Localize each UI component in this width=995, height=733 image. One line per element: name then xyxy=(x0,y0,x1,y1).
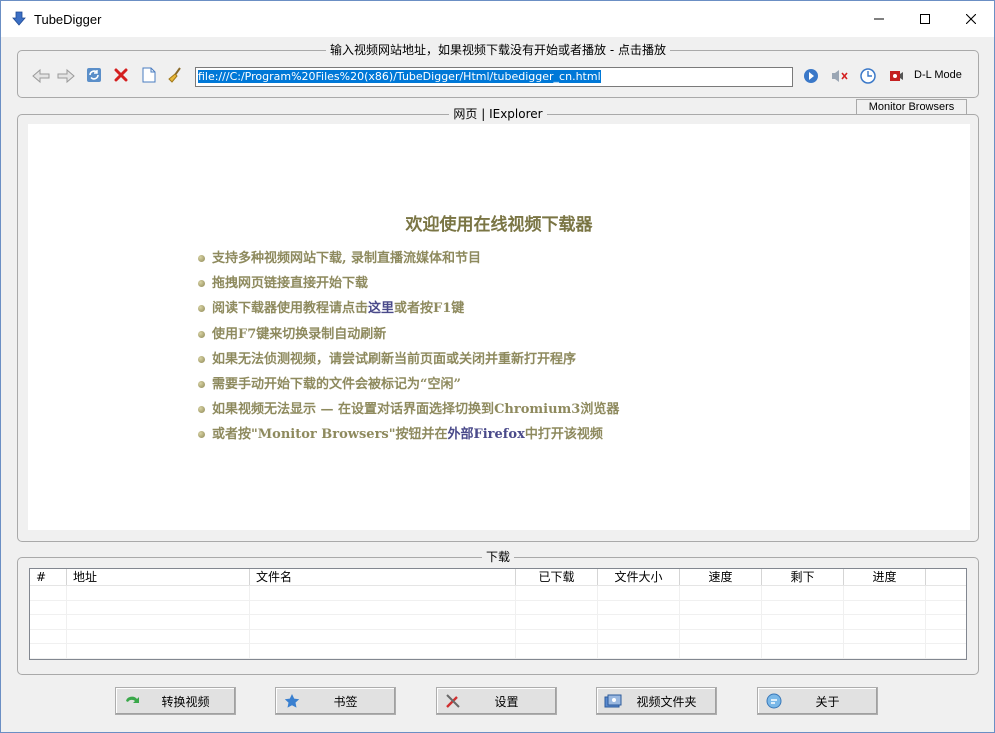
address-group: 输入视频网站地址，如果视频下载没有开始或者播放 - 点击播放 file:///C… xyxy=(17,43,979,98)
column-header-downloaded[interactable]: 已下载 xyxy=(516,569,598,585)
column-header-progress[interactable]: 进度 xyxy=(844,569,926,585)
settings-button[interactable]: 设置 xyxy=(436,687,557,715)
video-folder-button[interactable]: 视频文件夹 xyxy=(596,687,717,715)
column-header-filler xyxy=(926,569,966,585)
browser-group: 网页 | IExplorer 欢迎使用在线视频下载器 支持多种视频网站下载, 录… xyxy=(17,107,979,542)
info-bubble-icon xyxy=(764,691,784,711)
folder-icon xyxy=(603,691,623,711)
stop-icon[interactable] xyxy=(111,65,131,85)
dl-mode-label[interactable]: D-L Mode xyxy=(914,69,962,81)
url-input[interactable]: file:///C:/Program%20Files%20(x86)/TubeD… xyxy=(195,67,793,87)
about-button[interactable]: 关于 xyxy=(757,687,878,715)
title-bar[interactable]: TubeDigger xyxy=(1,1,994,37)
downloads-table[interactable]: # 地址 文件名 已下载 文件大小 速度 剩下 进度 xyxy=(29,568,967,660)
broom-icon[interactable] xyxy=(165,65,185,85)
minimize-button[interactable] xyxy=(856,1,902,37)
table-header: # 地址 文件名 已下载 文件大小 速度 剩下 进度 xyxy=(30,569,966,586)
bookmarks-button[interactable]: 书签 xyxy=(275,687,396,715)
column-header-size[interactable]: 文件大小 xyxy=(598,569,680,585)
tools-icon xyxy=(443,691,463,711)
web-view[interactable]: 欢迎使用在线视频下载器 支持多种视频网站下载, 录制直播流媒体和节目 拖拽网页链… xyxy=(28,124,970,530)
table-row xyxy=(30,644,966,659)
convert-video-button[interactable]: 转换视频 xyxy=(115,687,236,715)
refresh-icon[interactable] xyxy=(84,65,104,85)
list-item: 使用F7键来切换录制自动刷新 xyxy=(198,322,619,347)
table-row xyxy=(30,600,966,615)
firefox-link[interactable]: 外部Firefox xyxy=(448,427,525,442)
downloads-group: 下载 # 地址 文件名 已下载 文件大小 速度 剩下 进度 xyxy=(17,550,979,675)
tubedigger-logo-icon xyxy=(11,11,27,27)
list-item: 需要手动开始下载的文件会被标记为“空闲” xyxy=(198,372,619,397)
help-link[interactable]: 这里 xyxy=(368,301,394,316)
back-arrow-icon[interactable] xyxy=(31,66,51,86)
list-item: 或者按"Monitor Browsers"按钮并在外部Firefox中打开该视频 xyxy=(198,422,619,447)
list-item: 支持多种视频网站下载, 录制直播流媒体和节目 xyxy=(198,246,619,271)
list-item: 拖拽网页链接直接开始下载 xyxy=(198,271,619,296)
table-row xyxy=(30,615,966,630)
address-group-title: 输入视频网站地址，如果视频下载没有开始或者播放 - 点击播放 xyxy=(326,43,670,57)
table-row xyxy=(30,629,966,644)
column-header-index[interactable]: # xyxy=(30,569,67,585)
clock-icon[interactable] xyxy=(858,66,878,86)
table-row xyxy=(30,586,966,601)
star-icon xyxy=(282,691,302,711)
feature-list: 支持多种视频网站下载, 录制直播流媒体和节目 拖拽网页链接直接开始下载 阅读下载… xyxy=(198,246,619,448)
welcome-title: 欢迎使用在线视频下载器 xyxy=(405,215,593,235)
page-icon[interactable] xyxy=(139,65,159,85)
list-item: 如果无法侦测视频，请尝试刷新当前页面或关闭并重新打开程序 xyxy=(198,347,619,372)
window-controls xyxy=(856,1,994,37)
forward-arrow-icon[interactable] xyxy=(56,66,76,86)
maximize-button[interactable] xyxy=(902,1,948,37)
close-button[interactable] xyxy=(948,1,994,37)
go-icon[interactable] xyxy=(801,66,821,86)
table-body xyxy=(30,586,966,659)
list-item: 阅读下载器使用教程请点击这里或者按F1键 xyxy=(198,296,619,321)
column-header-speed[interactable]: 速度 xyxy=(680,569,762,585)
column-header-filename[interactable]: 文件名 xyxy=(250,569,516,585)
downloads-group-title: 下载 xyxy=(481,550,514,564)
window-title: TubeDigger xyxy=(34,11,102,27)
browser-group-title: 网页 | IExplorer xyxy=(449,107,547,121)
mute-icon[interactable] xyxy=(830,66,850,86)
record-icon[interactable] xyxy=(886,66,906,86)
app-window: TubeDigger 输入视频网站地址，如果视频下载没有开始或者播放 - 点击播… xyxy=(0,0,995,733)
convert-arrow-icon xyxy=(122,691,142,711)
list-item: 如果视频无法显示 — 在设置对话界面选择切换到Chromium3浏览器 xyxy=(198,397,619,422)
column-header-remaining[interactable]: 剩下 xyxy=(762,569,844,585)
column-header-address[interactable]: 地址 xyxy=(67,569,250,585)
